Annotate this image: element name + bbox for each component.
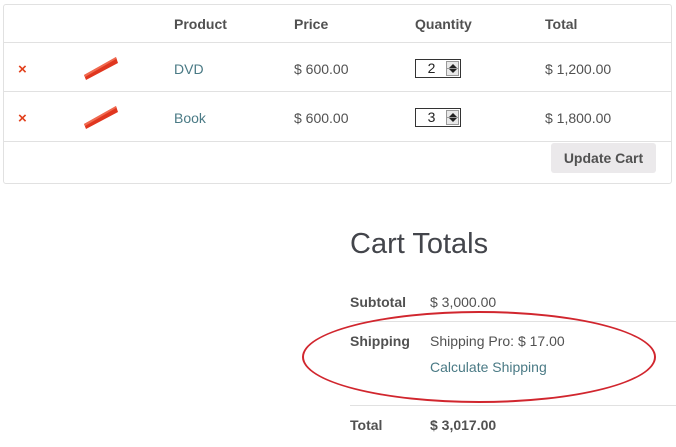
calculate-shipping-link[interactable]: Calculate Shipping <box>430 359 547 375</box>
quantity-value[interactable]: 2 <box>416 60 447 77</box>
remove-item-button[interactable]: × <box>18 62 27 77</box>
product-thumbnail[interactable] <box>82 98 122 134</box>
item-total: $ 1,800.00 <box>545 110 612 126</box>
total-value: $ 3,017.00 <box>430 417 497 433</box>
quantity-value[interactable]: 3 <box>416 109 447 126</box>
product-thumbnail[interactable] <box>82 49 122 85</box>
item-price: $ 600.00 <box>294 110 349 126</box>
cart-totals-title: Cart Totals <box>350 228 489 260</box>
subtotal-label: Subtotal <box>350 294 406 310</box>
product-link-book[interactable]: Book <box>174 110 206 126</box>
divider <box>350 321 676 322</box>
header-total: Total <box>545 16 578 32</box>
product-link-dvd[interactable]: DVD <box>174 61 204 77</box>
update-cart-button[interactable]: Update Cart <box>551 143 656 173</box>
header-product: Product <box>174 16 227 32</box>
divider <box>350 405 676 406</box>
item-price: $ 600.00 <box>294 61 349 77</box>
spinner-arrows-icon[interactable] <box>446 110 459 125</box>
spinner-arrows-icon[interactable] <box>446 61 459 76</box>
divider <box>4 42 671 43</box>
subtotal-value: $ 3,000.00 <box>430 294 497 310</box>
header-price: Price <box>294 16 329 32</box>
header-quantity: Quantity <box>415 16 472 32</box>
quantity-stepper[interactable]: 3 <box>415 108 461 127</box>
item-total: $ 1,200.00 <box>545 61 612 77</box>
shipping-label: Shipping <box>350 333 410 349</box>
remove-item-button[interactable]: × <box>18 111 27 126</box>
highlight-ellipse <box>302 311 656 403</box>
divider <box>4 141 671 142</box>
shipping-value: Shipping Pro: $ 17.00 <box>430 333 565 349</box>
total-label: Total <box>350 417 383 433</box>
quantity-stepper[interactable]: 2 <box>415 59 461 78</box>
divider <box>4 91 671 92</box>
